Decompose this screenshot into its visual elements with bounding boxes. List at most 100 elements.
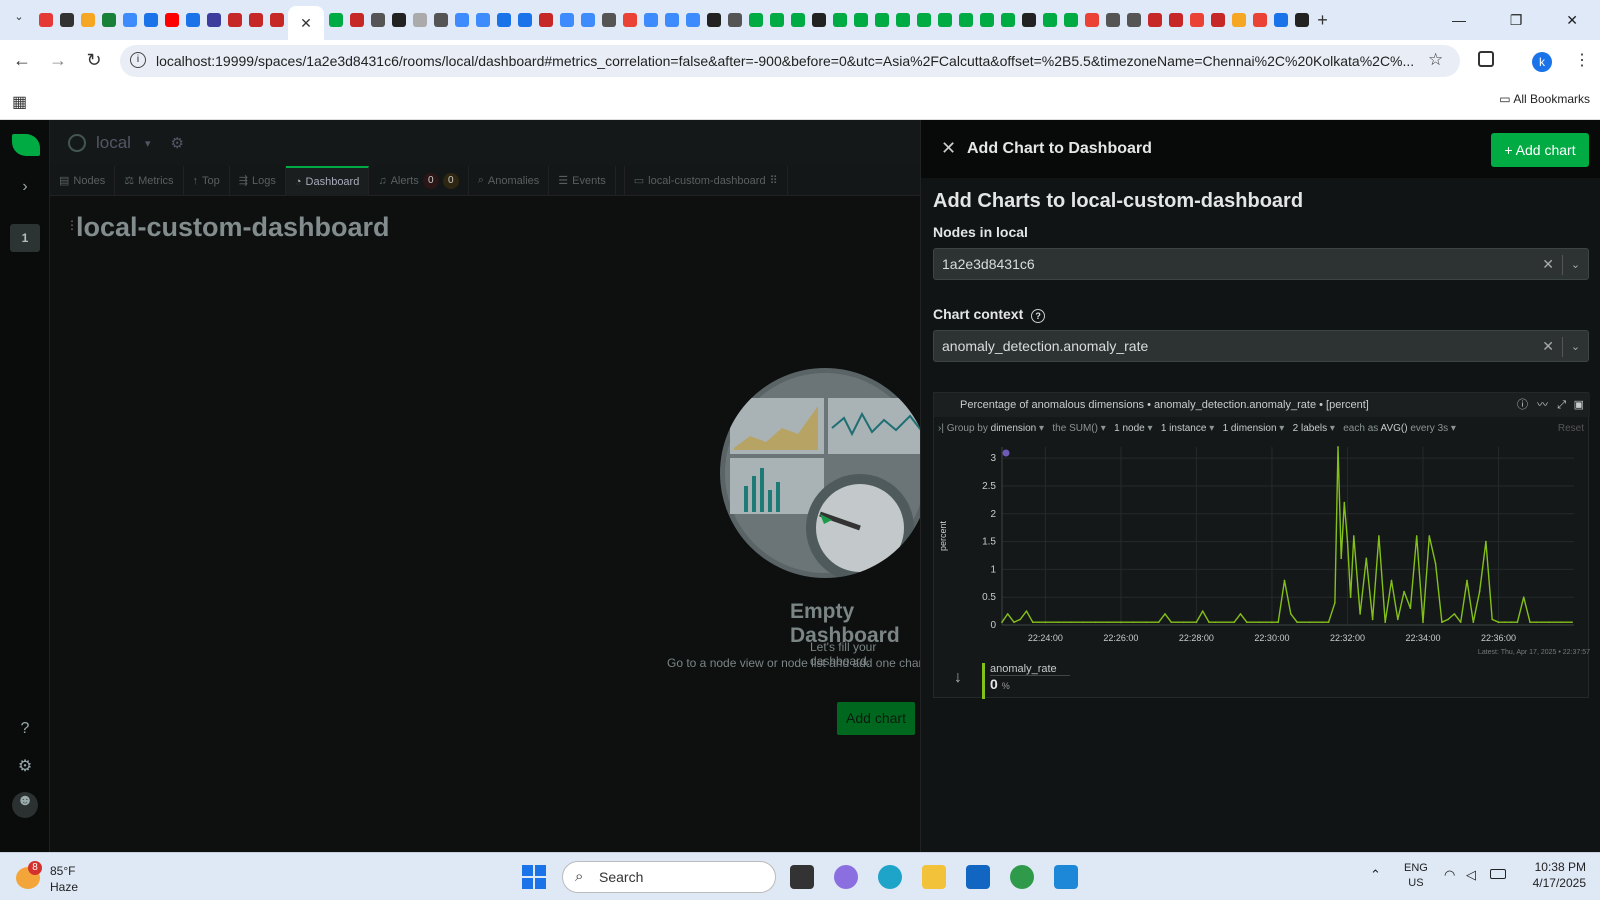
close-tab-icon[interactable]: ✕ (300, 15, 312, 32)
all-bookmarks[interactable]: ▭ All Bookmarks (1499, 92, 1590, 106)
plot-area[interactable]: 0 0.5 1 1.5 2 2.5 3 22:24:00 22:26:00 22:28:00 22:… (934, 439, 1590, 663)
tab-nodes[interactable]: ▤ Nodes (50, 165, 116, 196)
space-badge[interactable]: 1 (10, 224, 40, 252)
tab-events[interactable]: ☰ Events (549, 165, 616, 196)
back-icon[interactable]: ← (4, 50, 40, 71)
browser-tab[interactable] (1145, 11, 1164, 30)
nodes-filter[interactable]: 1 node (1114, 423, 1145, 434)
group-by-control[interactable]: ›| Group by dimension ▾ (938, 423, 1044, 434)
help-icon[interactable]: ? (14, 720, 36, 742)
browser-tab[interactable] (767, 11, 786, 30)
copilot-icon[interactable] (834, 865, 858, 889)
browser-tab[interactable] (347, 11, 366, 30)
browser-tab[interactable] (494, 11, 513, 30)
wifi-icon[interactable]: ◠ (1444, 867, 1455, 883)
chart-info-icon[interactable]: ⓘ (1517, 393, 1528, 417)
browser-tab[interactable] (410, 11, 429, 30)
chevron-down-icon[interactable]: ⌄ (1562, 337, 1588, 357)
browser-tab[interactable] (36, 11, 55, 30)
restore-icon[interactable]: ❐ (1510, 12, 1523, 29)
browser-tab[interactable] (1292, 11, 1311, 30)
settings-gear-icon[interactable]: ⚙ (14, 756, 36, 778)
browser-tab[interactable] (578, 11, 597, 30)
tab-custom-dashboard[interactable]: ▭ local-custom-dashboard ⠿ (623, 165, 788, 196)
browser-tab[interactable] (1208, 11, 1227, 30)
nodes-select[interactable]: 1a2e3d8431c6 ✕ ⌄ (933, 248, 1589, 280)
tab-dashboard[interactable]: ◔ Dashboard (285, 165, 370, 196)
browser-tab[interactable] (914, 11, 933, 30)
scroll-down-icon[interactable]: ↓ (954, 669, 962, 687)
close-icon[interactable]: ✕ (941, 138, 956, 159)
context-select[interactable]: anomaly_detection.anomaly_rate ✕ ⌄ (933, 330, 1589, 362)
browser-tab[interactable] (183, 11, 202, 30)
labels-filter[interactable]: 2 labels (1293, 423, 1327, 434)
browser-tab[interactable] (662, 11, 681, 30)
browser-tab[interactable] (746, 11, 765, 30)
save-icon[interactable]: ▣ (1574, 393, 1584, 417)
add-chart-button[interactable]: + Add chart (1491, 133, 1589, 167)
browser-tab[interactable] (204, 11, 223, 30)
browser-tab[interactable] (1229, 11, 1248, 30)
browser-tab[interactable] (120, 11, 139, 30)
browser-tab[interactable] (1103, 11, 1122, 30)
active-tab[interactable]: ✕ (288, 6, 324, 40)
browser-tab[interactable] (872, 11, 891, 30)
profile-avatar[interactable]: k (1532, 52, 1552, 72)
fullscreen-icon[interactable]: ⤢ (1557, 393, 1566, 417)
room-name[interactable]: local (96, 133, 131, 153)
volume-icon[interactable]: ◁ (1466, 867, 1476, 883)
browser-tab[interactable] (641, 11, 660, 30)
browser-tab[interactable] (536, 11, 555, 30)
tab-alerts[interactable]: ♫ Alerts 0 0 (369, 165, 469, 196)
taskbar-search[interactable]: ⌕ Search (562, 861, 776, 893)
user-avatar-icon[interactable]: ☻ (12, 792, 38, 818)
netdata-logo[interactable] (12, 134, 40, 156)
outlook-icon[interactable] (966, 865, 990, 889)
browser-tab[interactable] (1082, 11, 1101, 30)
browser-tab[interactable] (267, 11, 286, 30)
time-agg-control[interactable]: each as AVG() every 3s ▾ (1343, 423, 1456, 434)
browser-tab[interactable] (683, 11, 702, 30)
reload-icon[interactable]: ↻ (76, 50, 112, 71)
browser-tab[interactable] (162, 11, 181, 30)
menu-icon[interactable]: ⋮ (1574, 50, 1590, 70)
legend-item[interactable]: anomaly_rate 0 % (982, 663, 1070, 699)
browser-tab[interactable] (141, 11, 160, 30)
help-circle-icon[interactable]: ? (1031, 309, 1046, 323)
file-explorer-icon[interactable] (922, 865, 946, 889)
extensions-icon[interactable] (1478, 51, 1494, 67)
tab-search-icon[interactable]: ⌄ (8, 10, 30, 30)
aggregation-control[interactable]: the SUM() ▾ (1052, 423, 1105, 434)
language-indicator[interactable]: ENG US (1404, 861, 1428, 891)
browser-tab[interactable] (1166, 11, 1185, 30)
browser-tab[interactable] (1250, 11, 1269, 30)
tab-top[interactable]: ↑ Top (184, 165, 230, 196)
browser-tab[interactable] (473, 11, 492, 30)
battery-icon[interactable] (1490, 869, 1506, 879)
tab-anomalies[interactable]: ⌕ Anomalies (469, 165, 550, 196)
forward-icon[interactable]: → (40, 50, 76, 71)
vscode-icon[interactable] (1054, 865, 1078, 889)
start-button[interactable] (522, 865, 546, 889)
browser-tab[interactable] (326, 11, 345, 30)
drag-handle-icon[interactable]: ⠿ (770, 174, 778, 187)
browser-tab[interactable] (431, 11, 450, 30)
browser-tab[interactable] (599, 11, 618, 30)
browser-tab[interactable] (725, 11, 744, 30)
tray-chevron-icon[interactable]: ⌃ (1370, 867, 1381, 883)
browser-tab[interactable] (1019, 11, 1038, 30)
edge-icon[interactable] (878, 865, 902, 889)
reset-button[interactable]: Reset (1558, 419, 1584, 439)
browser-tab[interactable] (557, 11, 576, 30)
browser-tab[interactable] (515, 11, 534, 30)
browser-tab[interactable] (78, 11, 97, 30)
browser-tab[interactable] (99, 11, 118, 30)
url-input[interactable]: i localhost:19999/spaces/1a2e3d8431c6/ro… (120, 45, 1460, 77)
browser-tab[interactable] (809, 11, 828, 30)
minimize-icon[interactable]: — (1452, 12, 1466, 29)
new-tab-icon[interactable]: + (1313, 10, 1332, 30)
clock[interactable]: 10:38 PM 4/17/2025 (1533, 859, 1586, 891)
room-dropdown-icon[interactable]: ▾ (145, 137, 151, 150)
browser-tab[interactable] (998, 11, 1017, 30)
instances-filter[interactable]: 1 instance (1161, 423, 1207, 434)
